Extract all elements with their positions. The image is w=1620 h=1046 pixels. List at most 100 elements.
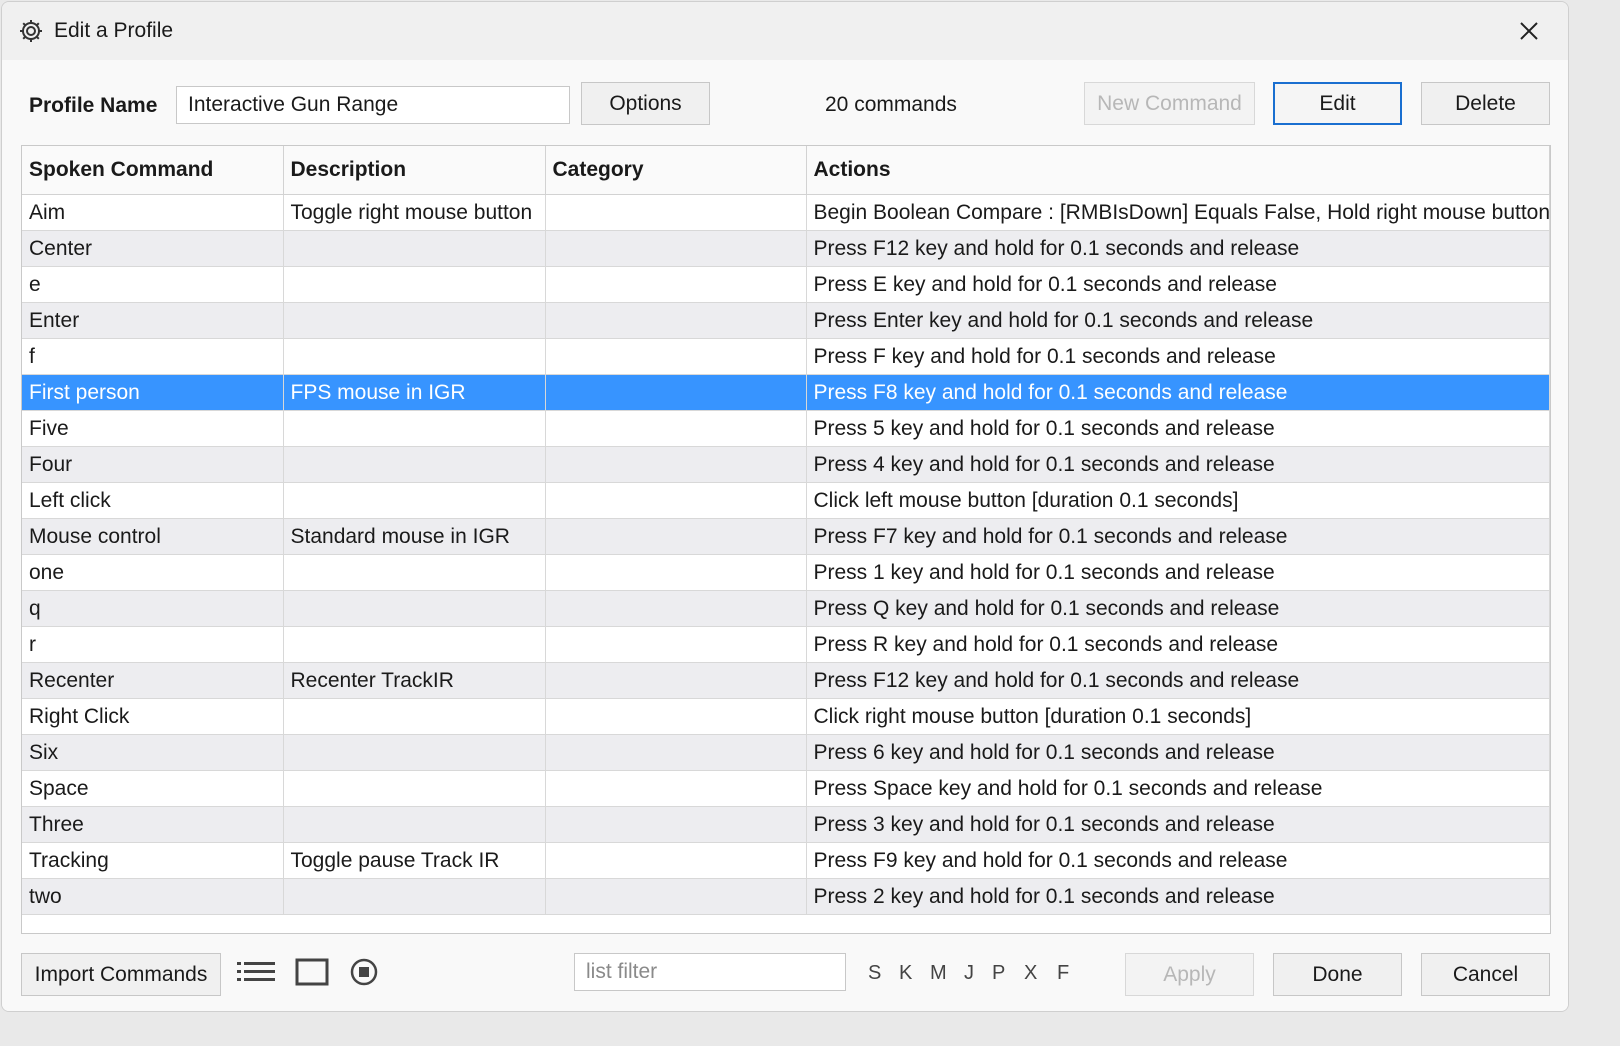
table-row[interactable]: Six Press 6 key and hold for 0.1 seconds …: [22, 734, 1550, 771]
options-button[interactable]: Options: [581, 82, 710, 125]
cell-category: [545, 842, 807, 879]
cell-description: [283, 302, 546, 339]
cell-actions: Press F12 key and hold for 0.1 seconds a…: [806, 662, 1550, 699]
dialog-content: Profile Name Options 20 commands New Com…: [2, 60, 1568, 1011]
cell-spoken-command: Right Click: [22, 698, 284, 735]
cell-spoken-command: First person: [22, 374, 284, 411]
new-command-button[interactable]: New Command: [1084, 82, 1255, 125]
cell-description: [283, 734, 546, 771]
table-row[interactable]: one Press 1 key and hold for 0.1 seconds …: [22, 554, 1550, 591]
filter-letter-j[interactable]: J: [964, 962, 974, 985]
filter-letter-s[interactable]: S: [868, 962, 881, 985]
cell-category: [545, 554, 807, 591]
apply-button[interactable]: Apply: [1125, 953, 1254, 996]
cell-actions: Click right mouse button [duration 0.1 s…: [806, 698, 1550, 735]
cell-actions: Press 6 key and hold for 0.1 seconds and…: [806, 734, 1550, 771]
done-button[interactable]: Done: [1273, 953, 1402, 996]
cell-category: [545, 626, 807, 663]
table-row[interactable]: Left click Click left mouse button [durat…: [22, 482, 1550, 519]
cell-actions: Press Q key and hold for 0.1 seconds and…: [806, 590, 1550, 627]
cell-spoken-command: Three: [22, 806, 284, 843]
column-header-actions[interactable]: Actions: [806, 146, 1550, 195]
cell-actions: Begin Boolean Compare : [RMBIsDown] Equa…: [806, 194, 1550, 231]
table-row[interactable]: Aim Toggle right mouse button Begin Boolea…: [22, 194, 1550, 231]
filter-letter-f[interactable]: F: [1057, 962, 1069, 985]
cell-spoken-command: f: [22, 338, 284, 375]
cell-category: [545, 338, 807, 375]
cell-category: [545, 878, 807, 915]
cancel-button[interactable]: Cancel: [1421, 953, 1550, 996]
table-row[interactable]: Right Click Click right mouse button [dur…: [22, 698, 1550, 735]
column-header-description[interactable]: Description: [283, 146, 546, 195]
title-bar: Edit a Profile: [2, 2, 1568, 60]
table-row[interactable]: Recenter Recenter TrackIR Press F12 key an…: [22, 662, 1550, 699]
cell-spoken-command: Tracking: [22, 842, 284, 879]
close-button[interactable]: [1506, 12, 1552, 50]
window-title: Edit a Profile: [54, 19, 174, 42]
table-row[interactable]: r Press R key and hold for 0.1 seconds an…: [22, 626, 1550, 663]
cell-actions: Press F key and hold for 0.1 seconds and…: [806, 338, 1550, 375]
cell-category: [545, 194, 807, 231]
cell-category: [545, 266, 807, 303]
profile-name-input[interactable]: [176, 86, 570, 124]
edit-button[interactable]: Edit: [1273, 82, 1402, 125]
table-row[interactable]: Tracking Toggle pause Track IR Press F9 ke…: [22, 842, 1550, 879]
cell-actions: Press F8 key and hold for 0.1 seconds an…: [806, 374, 1550, 411]
table-row[interactable]: e Press E key and hold for 0.1 seconds an…: [22, 266, 1550, 303]
cell-spoken-command: Center: [22, 230, 284, 267]
cell-actions: Press 2 key and hold for 0.1 seconds and…: [806, 878, 1550, 915]
table-row[interactable]: Center Press F12 key and hold for 0.1 sec…: [22, 230, 1550, 267]
cell-category: [545, 230, 807, 267]
filter-letter-k[interactable]: K: [899, 962, 912, 985]
cell-spoken-command: one: [22, 554, 284, 591]
cell-spoken-command: e: [22, 266, 284, 303]
cell-actions: Press F9 key and hold for 0.1 seconds an…: [806, 842, 1550, 879]
cell-description: [283, 446, 546, 483]
stop-icon[interactable]: [344, 954, 384, 990]
cell-spoken-command: Recenter: [22, 662, 284, 699]
column-header-category[interactable]: Category: [545, 146, 807, 195]
cell-category: [545, 482, 807, 519]
cell-actions: Press 3 key and hold for 0.1 seconds and…: [806, 806, 1550, 843]
table-row[interactable]: q Press Q key and hold for 0.1 seconds an…: [22, 590, 1550, 627]
list-view-icon[interactable]: [236, 954, 276, 990]
cell-actions: Press Enter key and hold for 0.1 seconds…: [806, 302, 1550, 339]
table-row[interactable]: two Press 2 key and hold for 0.1 seconds …: [22, 878, 1550, 915]
cell-spoken-command: Five: [22, 410, 284, 447]
table-row[interactable]: Three Press 3 key and hold for 0.1 second…: [22, 806, 1550, 843]
cell-category: [545, 662, 807, 699]
column-header-spoken-command[interactable]: Spoken Command: [22, 146, 284, 195]
cell-description: [283, 554, 546, 591]
close-icon: [1520, 22, 1538, 40]
cell-actions: Press Space key and hold for 0.1 seconds…: [806, 770, 1550, 807]
import-commands-button[interactable]: Import Commands: [21, 953, 221, 996]
cell-category: [545, 806, 807, 843]
cell-category: [545, 734, 807, 771]
list-filter-input[interactable]: [574, 953, 846, 991]
cell-category: [545, 446, 807, 483]
table-row[interactable]: Enter Press Enter key and hold for 0.1 se…: [22, 302, 1550, 339]
filter-letter-p[interactable]: P: [992, 962, 1005, 985]
bottom-bar: Import Commands list filter S K M J P X …: [2, 945, 1568, 1005]
cell-description: [283, 230, 546, 267]
cell-actions: Press E key and hold for 0.1 seconds and…: [806, 266, 1550, 303]
table-row[interactable]: Five Press 5 key and hold for 0.1 seconds…: [22, 410, 1550, 447]
gear-icon: [18, 18, 44, 44]
cell-spoken-command: Aim: [22, 194, 284, 231]
cell-category: [545, 374, 807, 411]
cell-spoken-command: two: [22, 878, 284, 915]
table-row[interactable]: First person FPS mouse in IGR Press F8 key…: [22, 374, 1550, 411]
table-row[interactable]: Space Press Space key and hold for 0.1 se…: [22, 770, 1550, 807]
window-view-icon[interactable]: [292, 954, 332, 990]
table-row[interactable]: Mouse control Standard mouse in IGR Press …: [22, 518, 1550, 555]
filter-letter-m[interactable]: M: [930, 962, 947, 985]
filter-letter-x[interactable]: X: [1024, 962, 1037, 985]
profile-name-label: Profile Name: [29, 94, 158, 117]
table-row[interactable]: f Press F key and hold for 0.1 seconds an…: [22, 338, 1550, 375]
cell-spoken-command: Space: [22, 770, 284, 807]
delete-button[interactable]: Delete: [1421, 82, 1550, 125]
table-row[interactable]: Four Press 4 key and hold for 0.1 seconds…: [22, 446, 1550, 483]
cell-category: [545, 698, 807, 735]
cell-description: [283, 266, 546, 303]
cell-description: [283, 878, 546, 915]
